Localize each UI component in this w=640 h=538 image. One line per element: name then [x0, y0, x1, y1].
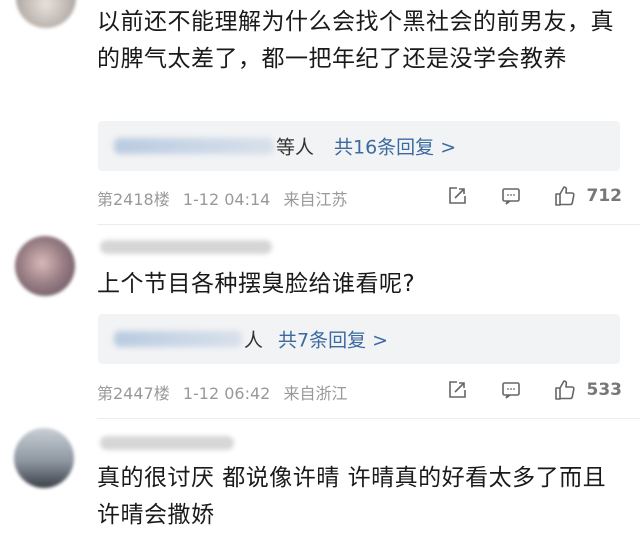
comment-text: 真的很讨厌 都说像许晴 许晴真的好看太多了而且许晴会撒娇 [97, 465, 607, 528]
reply-count-link[interactable]: 共16条回复 > [334, 133, 456, 160]
location: 来自江苏 [283, 190, 348, 209]
comment-meta: 第2418楼 1-12 04:14 来自江苏 [97, 186, 347, 210]
like-count: 712 [586, 186, 623, 206]
comment-text: 以前还不能理解为什么会找个黑社会的前男友，真的脾气太差了，都一把年纪了还是没学会… [97, 9, 614, 72]
avatar[interactable] [16, 0, 76, 28]
floor-number: 第2418楼 [97, 190, 170, 209]
timestamp: 1-12 06:42 [182, 384, 271, 403]
username-blurred[interactable] [100, 436, 234, 450]
thumbs-up-icon [549, 180, 581, 212]
thumbs-up-icon [549, 374, 581, 406]
comment-icon[interactable] [495, 374, 527, 406]
reply-usernames-blurred [114, 138, 274, 154]
avatar[interactable] [14, 428, 74, 488]
avatar[interactable] [15, 236, 75, 296]
reply-count-link[interactable]: 共7条回复 > [278, 326, 388, 353]
comment-text: 上个节目各种摆臭脸给谁看呢? [97, 271, 416, 297]
comment-meta: 第2447楼 1-12 06:42 来自浙江 [97, 380, 347, 404]
reply-usernames-blurred [114, 331, 242, 347]
reply-suffix: 人 [244, 329, 264, 352]
location: 来自浙江 [283, 384, 348, 403]
comment-actions: 712 [441, 180, 623, 212]
timestamp: 1-12 04:14 [182, 190, 271, 209]
reply-preview[interactable]: 等人 共16条回复 > [98, 121, 620, 171]
floor-number: 第2447楼 [97, 384, 170, 403]
username-blurred[interactable] [100, 240, 272, 254]
comment-icon[interactable] [495, 180, 527, 212]
like-count: 533 [586, 380, 623, 400]
comment-actions: 533 [441, 374, 623, 406]
like-button[interactable]: 533 [549, 374, 623, 406]
reply-suffix: 等人 [276, 136, 315, 159]
like-button[interactable]: 712 [549, 180, 623, 212]
share-icon[interactable] [441, 180, 473, 212]
share-icon[interactable] [441, 374, 473, 406]
divider [97, 418, 640, 419]
reply-preview[interactable]: 人 共7条回复 > [98, 314, 620, 364]
divider [97, 224, 640, 225]
